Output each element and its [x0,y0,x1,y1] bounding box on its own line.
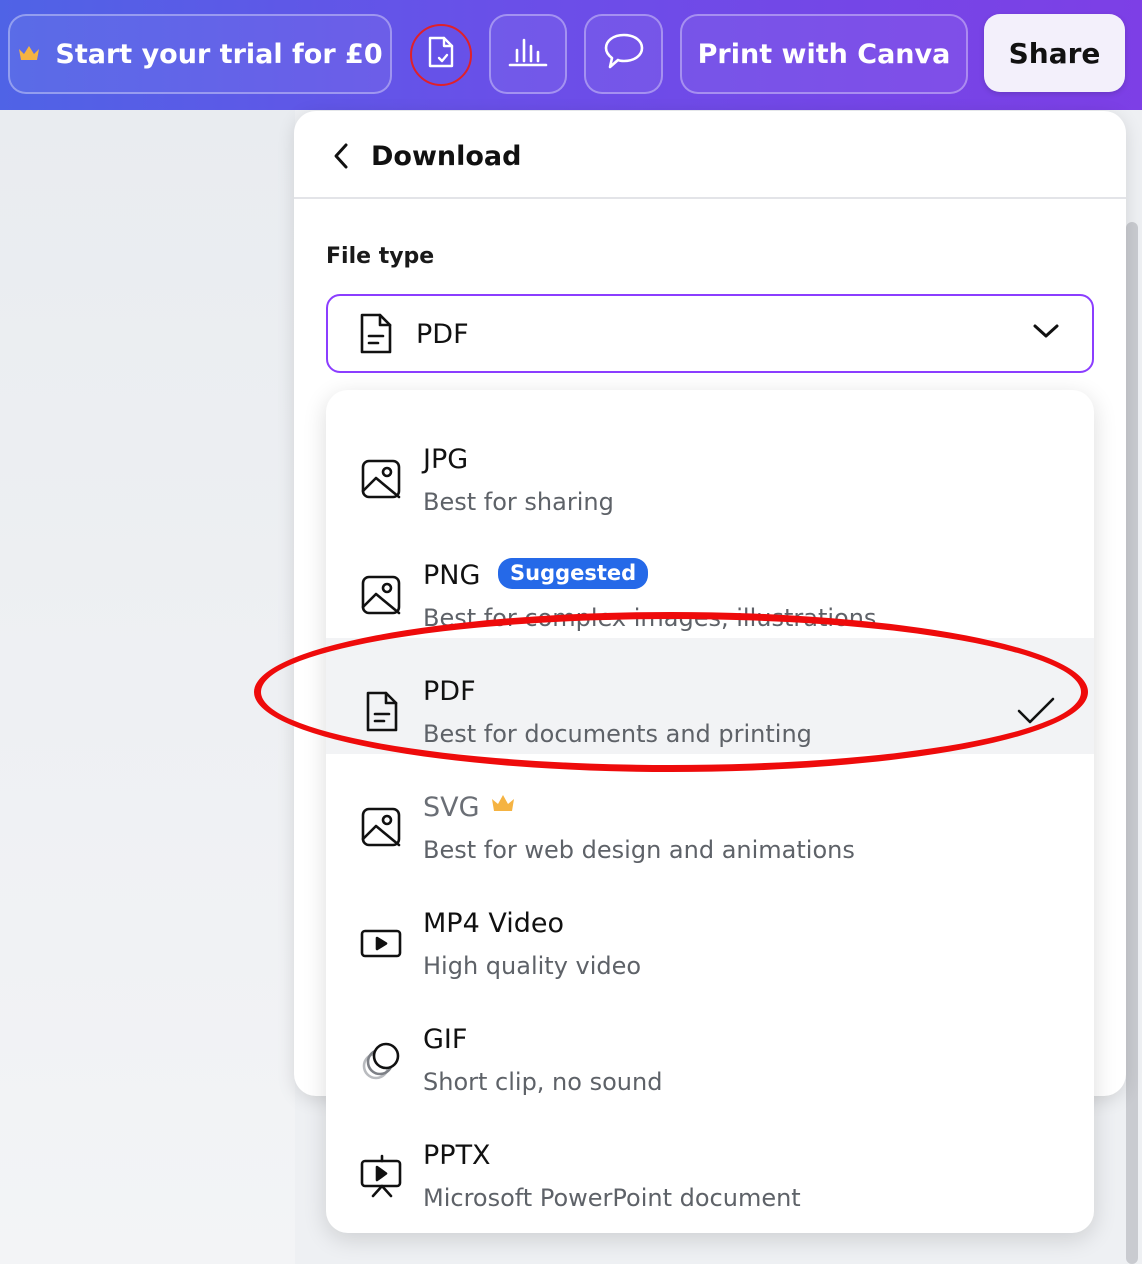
option-pptx[interactable]: PPTX Microsoft PowerPoint document [326,1102,1094,1218]
image-icon [360,458,402,500]
option-name: PDF [423,676,476,707]
option-description: Best for web design and animations [423,836,855,864]
option-png[interactable]: PNG Suggested Best for complex images, i… [326,522,1094,638]
comment-icon [603,32,645,77]
option-mp4-video[interactable]: MP4 Video High quality video [326,870,1094,986]
document-icon [358,312,394,360]
print-label: Print with Canva [697,38,951,70]
file-type-label: File type [326,244,435,269]
option-gif[interactable]: GIF Short clip, no sound [326,986,1094,1102]
option-pdf[interactable]: PDF Best for documents and printing [326,638,1094,754]
option-description: Best for complex images, illustrations [423,604,877,632]
print-with-canva-button[interactable]: Print with Canva [680,14,968,94]
back-button[interactable] [324,141,358,175]
video-icon [360,922,402,964]
option-description: High quality video [423,952,642,980]
option-description: Best for documents and printing [423,720,812,748]
option-description: Short clip, no sound [423,1068,663,1096]
suggested-badge: Suggested [498,558,649,589]
option-name: SVG [423,792,480,823]
presentation-icon [360,1154,402,1198]
editor-canvas-background [0,110,295,1264]
option-name: GIF [423,1024,468,1055]
file-type-select[interactable]: PDF [326,294,1094,373]
chevron-left-icon [332,142,350,174]
crown-icon [17,39,41,70]
document-icon [360,690,402,732]
share-button[interactable]: Share [984,14,1125,92]
option-name: MP4 Video [423,908,564,939]
option-description: Best for sharing [423,488,614,516]
start-trial-label: Start your trial for £0 [55,38,383,70]
chart-icon [508,34,548,75]
file-check-icon [426,35,456,76]
scrollbar[interactable] [1126,222,1138,1264]
top-toolbar: Start your trial for £0 Print with Canva… [0,0,1142,110]
option-name: PPTX [423,1140,491,1171]
image-icon [360,806,402,848]
image-icon [360,574,402,616]
start-trial-button[interactable]: Start your trial for £0 [8,14,392,94]
panel-title: Download [371,141,522,172]
chevron-down-icon [1032,322,1060,344]
panel-header: Download [294,111,1126,199]
file-status-button[interactable] [410,24,472,86]
option-name: PNG [423,560,481,591]
option-description: Microsoft PowerPoint document [423,1184,801,1212]
checkmark-icon [1016,696,1056,730]
insights-button[interactable] [489,14,567,94]
comment-button[interactable] [584,14,663,94]
option-name: JPG [423,444,469,475]
share-label: Share [1008,36,1101,70]
file-type-dropdown: JPG Best for sharing PNG Suggested Best … [326,390,1094,1233]
option-jpg[interactable]: JPG Best for sharing [326,406,1094,522]
option-svg[interactable]: SVG Best for web design and animations [326,754,1094,870]
file-type-value: PDF [416,319,469,350]
crown-icon [490,792,516,818]
gif-icon [360,1038,402,1080]
